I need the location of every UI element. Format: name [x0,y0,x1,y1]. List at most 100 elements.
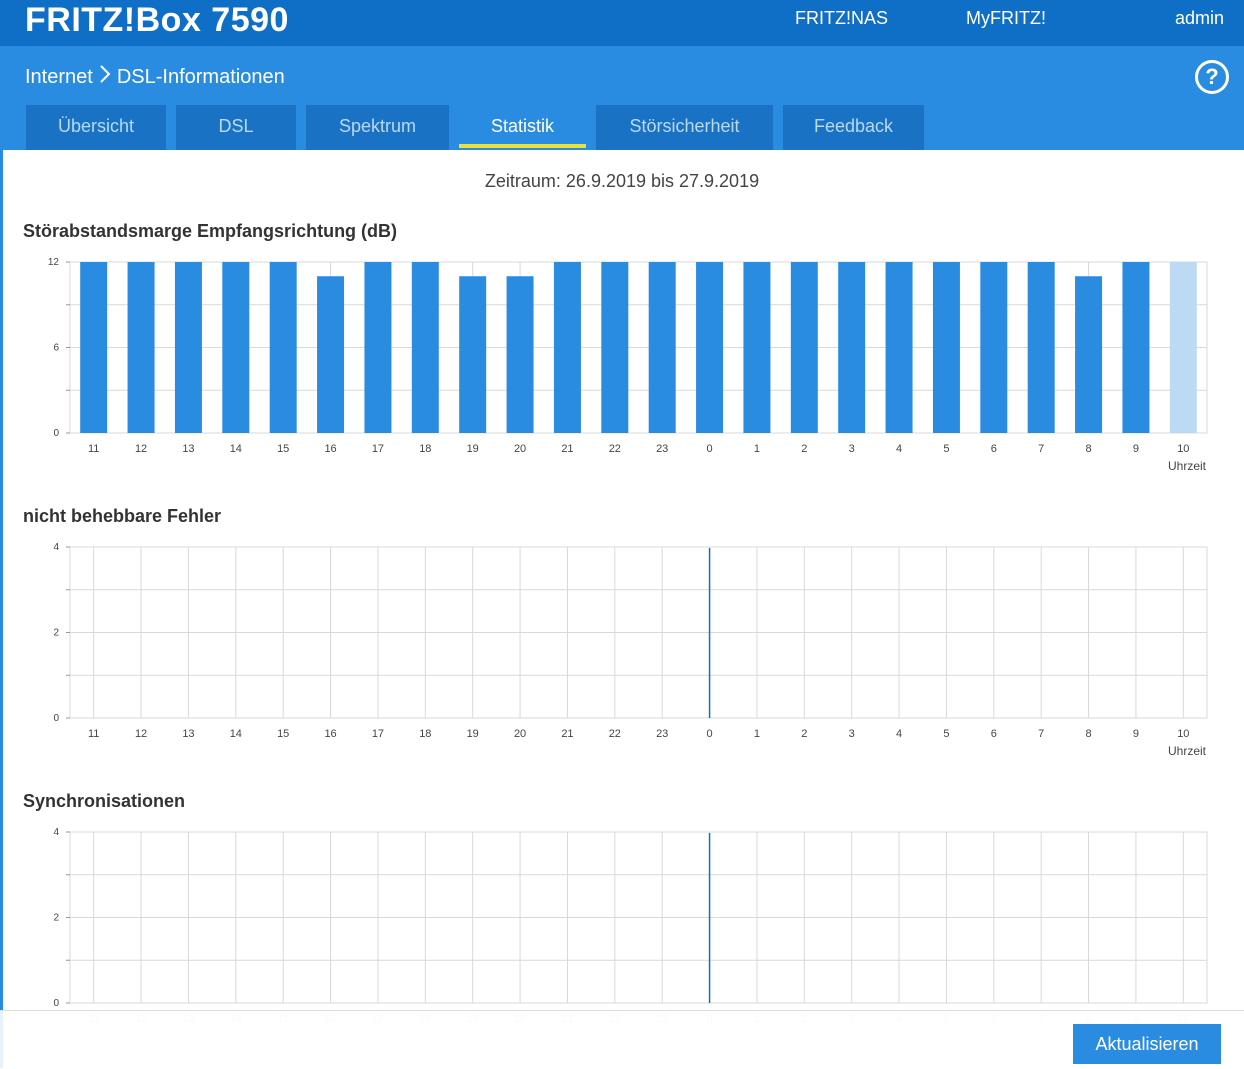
x-tick-label: 3 [849,443,855,455]
tab-stoersicherheit[interactable]: Störsicherheit [596,105,773,150]
x-tick-label: 23 [656,728,668,740]
x-tick-label: 14 [230,443,242,455]
x-tick-label: 8 [1086,443,1092,455]
bar [980,262,1008,433]
x-tick-label: 0 [707,728,713,740]
bar [1075,276,1103,433]
x-tick-label: 10 [1177,443,1189,455]
x-tick-label: 13 [182,728,194,740]
chart-errors-svg: 02411 12 13 14 15 16 17 18 19 20 21 22 23 0 1 2 3 4 5 6 7 8 9 1… [53,542,1208,758]
y-tick-label: 0 [53,713,59,724]
chart-errors: 0 2 4 11 12 13 14 15 16 17 18 19 20 21 22 23 0 1 2 3 4 5 6 7 8 9 1… [0,535,1244,770]
x-tick-label: 14 [230,728,242,740]
help-icon[interactable]: ? [1195,60,1229,94]
bar [459,276,487,433]
x-tick-label: 13 [182,443,194,455]
fritznas-link[interactable]: FRITZ!NAS [795,8,888,29]
x-tick-label: 16 [324,443,336,455]
x-tick-label: 19 [467,443,479,455]
x-tick-label: 20 [514,728,526,740]
y-tick-label: 2 [53,913,59,924]
bar [838,262,866,433]
x-tick-label: 23 [656,443,668,455]
breadcrumb: Internet DSL-Informationen [25,64,285,90]
bar [127,262,155,433]
x-tick-label: 15 [277,443,289,455]
top-bar: FRITZ!Box 7590 FRITZ!NAS MyFRITZ! admin [0,0,1244,46]
x-tick-label: 11 [88,728,99,740]
y-tick-label: 6 [53,343,59,354]
y-tick-label: 4 [53,827,59,838]
x-tick-label: 7 [1038,443,1044,455]
bar [364,262,392,433]
myfritz-link[interactable]: MyFRITZ! [966,8,1046,29]
bar-current [1169,262,1197,433]
footer-bar [0,1010,1244,1069]
tab-dsl[interactable]: DSL [176,105,296,150]
x-tick-label: 3 [849,728,855,740]
chart-snr: 0 6 12 11 12 13 14 15 16 17 18 19 20 21 22 23 0 1 2 3 4 5 6 7 8 9… [0,250,1244,485]
tab-feedback[interactable]: Feedback [783,105,924,150]
chart-title-errors: nicht behebbare Fehler [23,506,222,526]
bar [932,262,960,433]
x-tick-label: 6 [991,443,997,455]
x-tick-label: 10 [1177,728,1189,740]
admin-link[interactable]: admin [1175,8,1224,29]
x-tick-label: 18 [419,728,431,740]
tab-statistik[interactable]: Statistik [459,105,586,150]
x-tick-label: 17 [372,443,384,455]
x-tick-label: 6 [991,728,997,740]
x-tick-label: 12 [135,443,147,455]
chart-snr-svg: 061211 12 13 14 15 16 17 18 19 20 21 22 23 0 1 2 3 4 5 6 7 8 9… [48,257,1208,473]
bar [885,262,913,433]
bar [696,262,724,433]
bar [743,262,771,433]
x-tick-label: 1 [754,728,760,740]
x-tick-label: 9 [1133,728,1139,740]
tab-uebersicht[interactable]: Übersicht [26,105,166,150]
x-tick-label: 18 [419,443,431,455]
bar [269,262,297,433]
y-tick-label: 0 [53,428,59,439]
bar [1122,262,1150,433]
breadcrumb-section[interactable]: Internet [25,66,93,89]
x-tick-label: 2 [801,728,807,740]
x-tick-label: 7 [1038,728,1044,740]
bar [174,262,202,433]
y-tick-label: 4 [53,542,59,553]
x-axis-label: Uhrzeit [1168,744,1207,758]
x-tick-label: 22 [609,728,621,740]
period-text: Zeitraum: 26.9.2019 bis 27.9.2019 [484,171,760,191]
chart-title-sync: Synchronisationen [23,791,186,811]
bar [790,262,818,433]
y-tick-label: 0 [53,998,59,1009]
x-tick-label: 5 [943,728,949,740]
x-tick-label: 19 [467,728,479,740]
x-tick-label: 21 [561,443,573,455]
refresh-button[interactable]: Aktualisieren [1073,1024,1221,1064]
brand-title: FRITZ!Box 7590 [25,1,289,39]
x-tick-label: 16 [324,728,336,740]
bar [317,276,345,433]
bar [553,262,581,433]
x-tick-label: 9 [1133,443,1139,455]
x-tick-label: 22 [609,443,621,455]
x-tick-label: 17 [372,728,384,740]
bar [601,262,629,433]
x-axis-label: Uhrzeit [1168,459,1207,473]
x-tick-label: 2 [801,443,807,455]
chart-title-snr: Störabstandsmarge Empfangsrichtung (dB) [23,221,398,241]
x-tick-label: 0 [707,443,713,455]
bar [411,262,439,433]
x-tick-label: 20 [514,443,526,455]
tab-spektrum[interactable]: Spektrum [306,105,449,150]
chevron-right-icon [99,64,111,90]
x-tick-label: 4 [896,443,902,455]
bar [506,276,534,433]
x-tick-label: 21 [561,728,573,740]
x-tick-label: 4 [896,728,902,740]
x-tick-label: 1 [754,443,760,455]
bar [222,262,250,433]
x-tick-label: 12 [135,728,147,740]
x-tick-label: 15 [277,728,289,740]
